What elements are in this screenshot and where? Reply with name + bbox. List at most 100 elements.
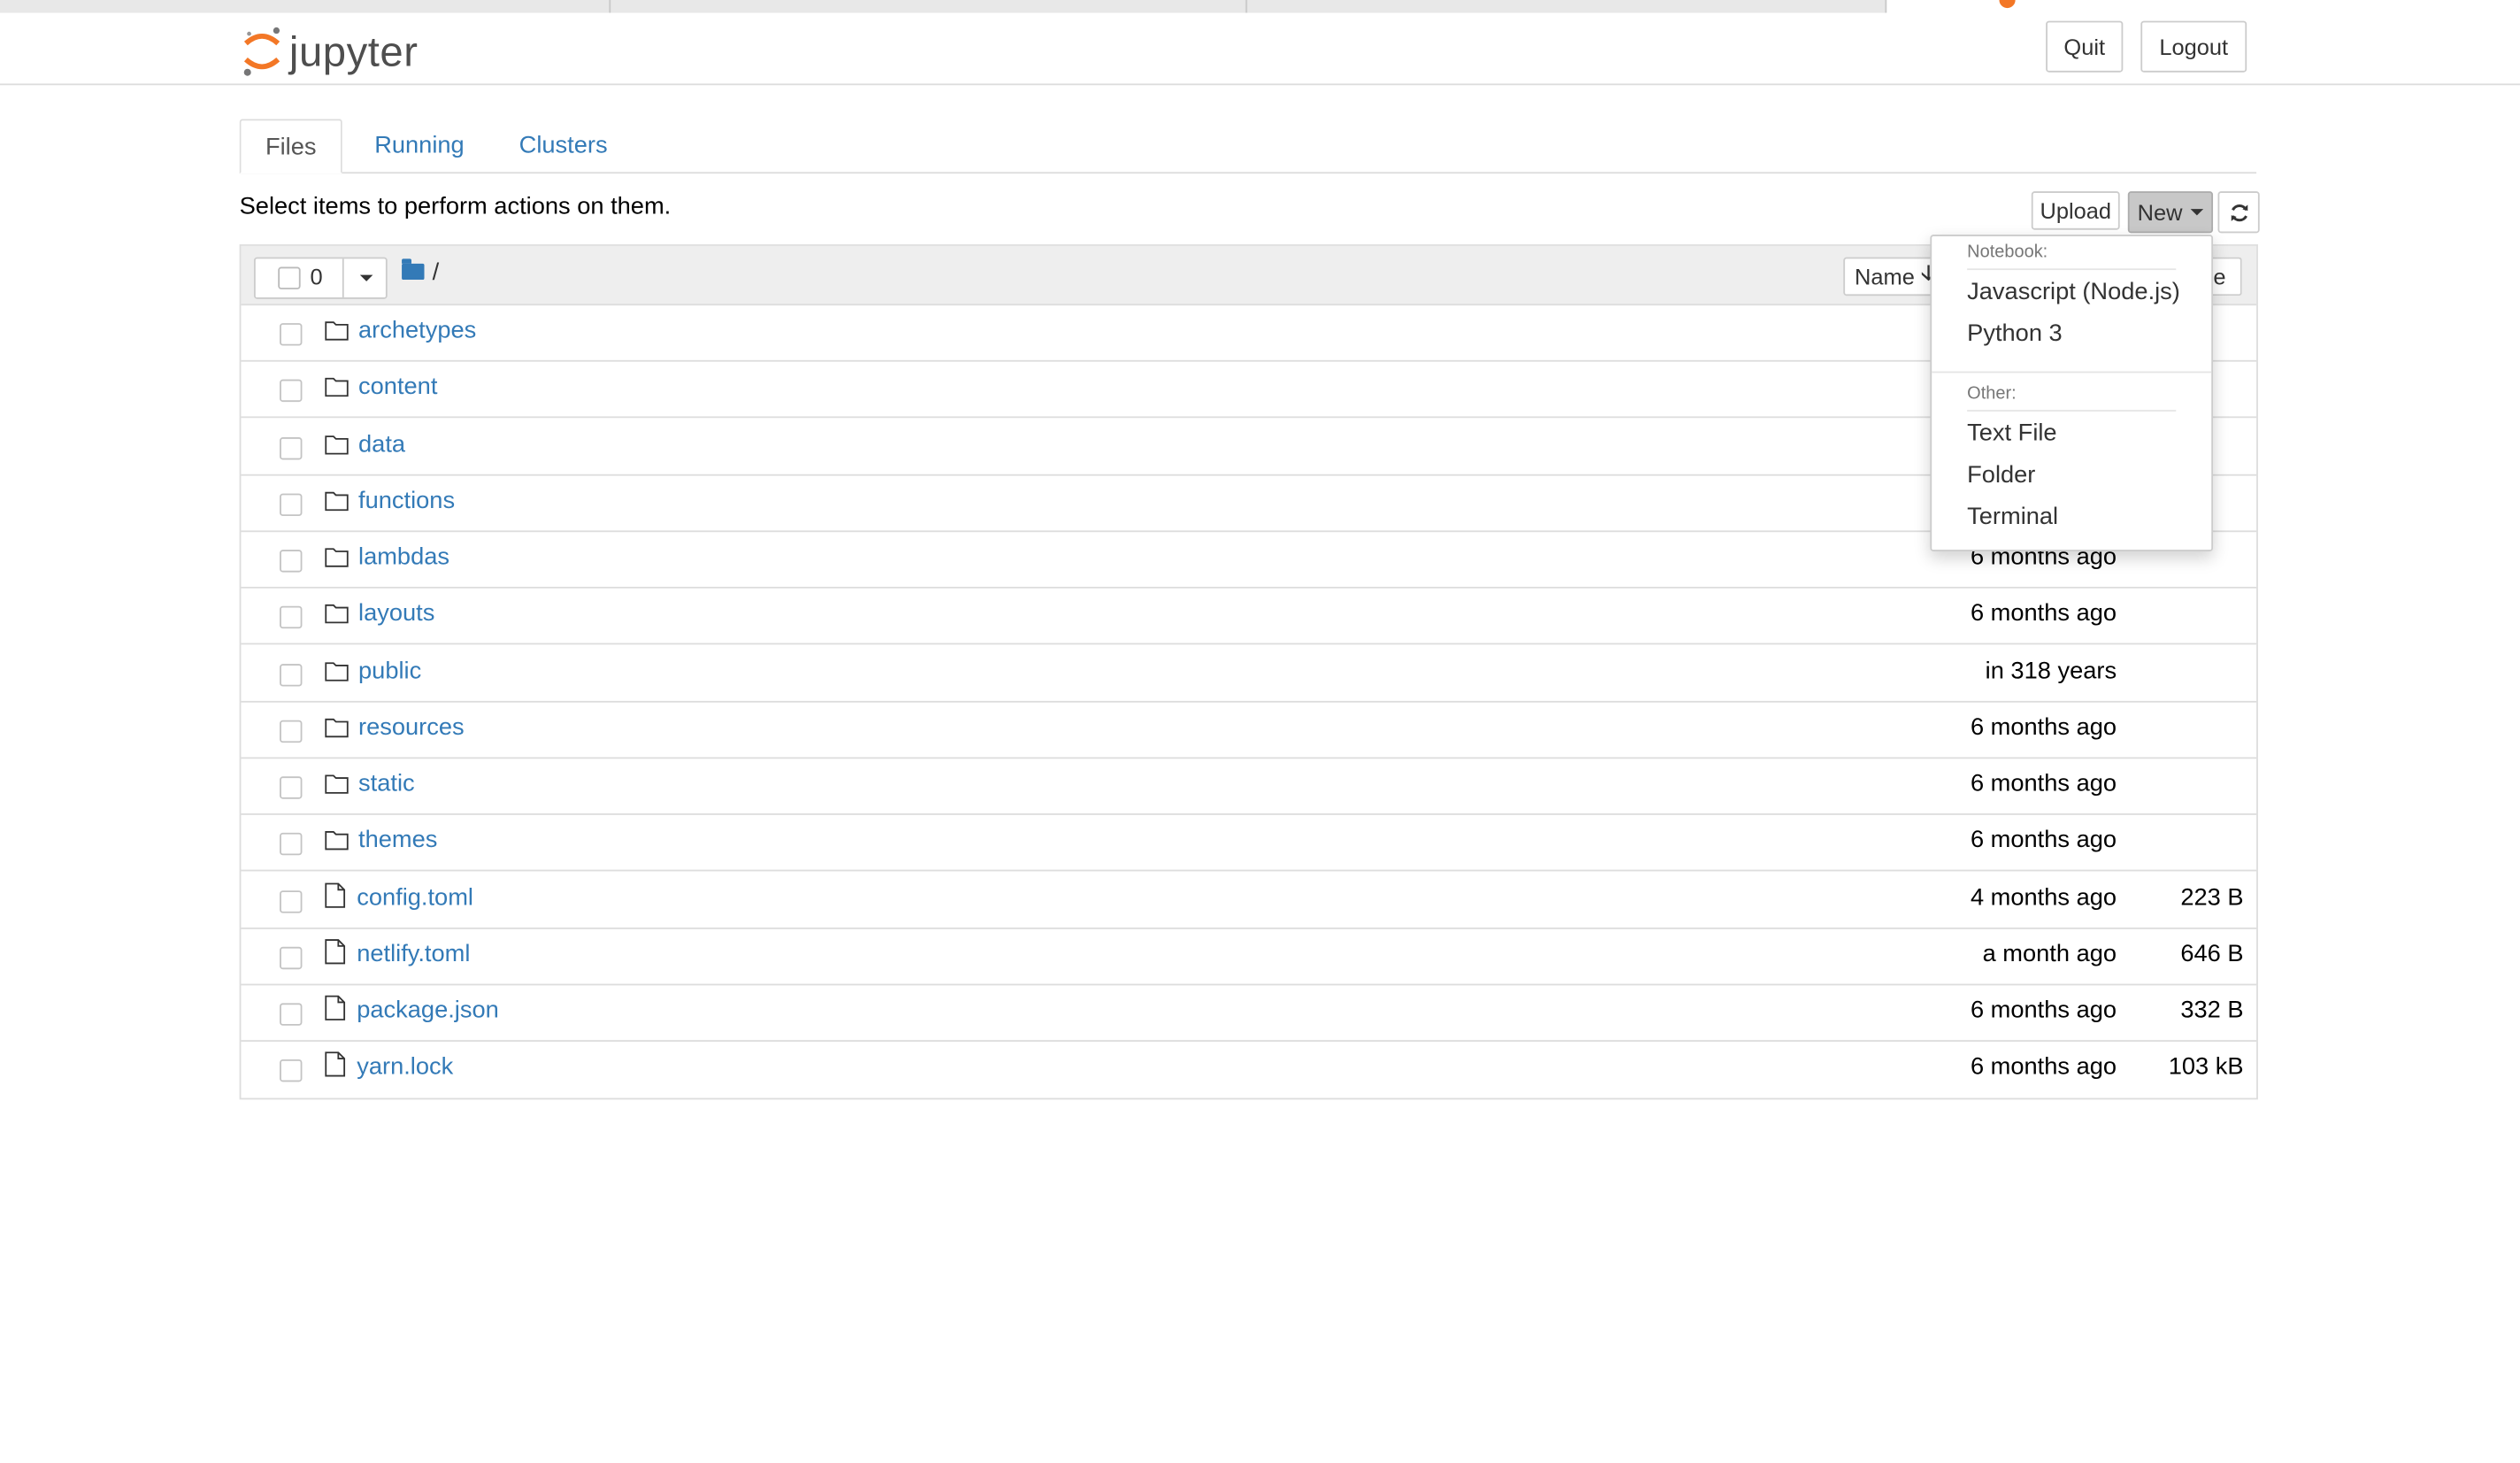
row-checkbox[interactable] — [280, 1003, 303, 1026]
refresh-icon — [2230, 204, 2247, 221]
file-size: 332 B — [2180, 997, 2244, 1024]
quit-button[interactable]: Quit — [2046, 20, 2124, 73]
file-outline-icon — [325, 1051, 346, 1085]
item-name-link[interactable]: public — [358, 657, 421, 684]
logout-button[interactable]: Logout — [2140, 20, 2247, 73]
row-checkbox[interactable] — [280, 323, 303, 346]
row-checkbox[interactable] — [280, 776, 303, 799]
file-size: 103 kB — [2168, 1053, 2244, 1082]
menu-item-text-file[interactable]: Text File — [1967, 420, 2056, 447]
folder-outline-icon — [325, 376, 349, 405]
row-checkbox[interactable] — [280, 493, 303, 516]
menu-item-terminal[interactable]: Terminal — [1967, 504, 2058, 531]
file-outline-icon — [325, 938, 346, 972]
sort-name-label: Name — [1855, 263, 1915, 289]
folder-outline-icon — [325, 433, 349, 462]
folder-outline-icon — [325, 604, 349, 633]
table-row[interactable]: public in 318 years — [241, 643, 2257, 702]
row-checkbox[interactable] — [280, 1059, 303, 1082]
last-modified: 6 months ago — [1970, 770, 2117, 797]
row-checkbox[interactable] — [280, 436, 303, 459]
table-row[interactable]: themes 6 months ago — [241, 814, 2257, 872]
last-modified: 6 months ago — [1970, 712, 2117, 741]
folder-outline-icon — [325, 717, 349, 746]
item-name-link[interactable]: netlify.toml — [357, 940, 470, 967]
last-modified: in 318 years — [1985, 656, 2117, 684]
select-all-group: 0 — [253, 257, 388, 299]
table-row[interactable]: package.json 6 months ago 332 B — [241, 984, 2257, 1042]
last-modified: 6 months ago — [1970, 1053, 2117, 1082]
new-button[interactable]: New — [2127, 191, 2214, 234]
menu-item-folder[interactable]: Folder — [1967, 461, 2035, 489]
row-checkbox[interactable] — [280, 889, 303, 912]
item-name-link[interactable]: resources — [358, 713, 465, 741]
menu-subdivider — [1967, 410, 2177, 412]
file-outline-icon — [325, 882, 346, 915]
last-modified: 6 months ago — [1970, 827, 2117, 854]
item-name-link[interactable]: config.toml — [357, 883, 473, 911]
browser-tab-active[interactable] — [1886, 0, 2520, 13]
refresh-button[interactable] — [2217, 191, 2260, 234]
menu-item-python3[interactable]: Python 3 — [1967, 320, 2063, 347]
item-name-link[interactable]: static — [358, 770, 415, 797]
row-checkbox[interactable] — [280, 606, 303, 629]
last-modified: 6 months ago — [1970, 599, 2117, 628]
folder-outline-icon — [325, 774, 349, 803]
last-modified: 4 months ago — [1970, 883, 2117, 911]
table-row[interactable]: yarn.lock 6 months ago 103 kB — [241, 1041, 2256, 1097]
tab-clusters[interactable]: Clusters — [519, 119, 608, 170]
browser-tab[interactable] — [0, 0, 611, 13]
main-tabs: Files Running Clusters — [239, 119, 2257, 174]
logo-text: jupyter — [288, 26, 419, 75]
selection-hint: Select items to perform actions on them. — [239, 192, 672, 220]
breadcrumb[interactable]: / — [433, 258, 440, 286]
table-row[interactable]: layouts 6 months ago — [241, 587, 2257, 645]
folder-outline-icon — [325, 320, 349, 349]
table-row[interactable]: static 6 months ago — [241, 757, 2257, 815]
item-name-link[interactable]: data — [358, 430, 405, 458]
row-checkbox[interactable] — [280, 833, 303, 856]
folder-outline-icon — [325, 660, 349, 689]
row-checkbox[interactable] — [280, 663, 303, 686]
row-checkbox[interactable] — [280, 720, 303, 743]
row-checkbox[interactable] — [280, 946, 303, 969]
select-all-checkbox[interactable] — [278, 266, 301, 289]
folder-outline-icon — [325, 830, 349, 859]
notebook-header: Notebook: — [1967, 243, 2048, 263]
item-name-link[interactable]: themes — [358, 827, 437, 854]
file-size: 223 B — [2180, 883, 2244, 911]
chevron-down-icon — [359, 274, 373, 281]
jupyter-logo[interactable]: jupyter — [241, 19, 418, 84]
upload-button[interactable]: Upload — [2031, 191, 2120, 230]
last-modified: 6 months ago — [1970, 997, 2117, 1024]
row-checkbox[interactable] — [280, 380, 303, 403]
select-dropdown-toggle[interactable] — [342, 258, 388, 298]
tab-running[interactable]: Running — [374, 119, 465, 170]
row-checkbox[interactable] — [280, 550, 303, 573]
table-row[interactable]: netlify.toml a month ago 646 B — [241, 928, 2257, 985]
browser-tab[interactable] — [1247, 0, 1887, 13]
browser-tab[interactable] — [611, 0, 1248, 13]
item-name-link[interactable]: layouts — [358, 600, 434, 628]
item-name-link[interactable]: functions — [358, 487, 455, 514]
item-name-link[interactable]: yarn.lock — [357, 1053, 453, 1081]
tab-files[interactable]: Files — [239, 119, 342, 174]
table-row[interactable]: config.toml 4 months ago 223 B — [241, 871, 2257, 928]
folder-icon[interactable] — [402, 258, 425, 281]
new-button-label: New — [2137, 199, 2183, 226]
jupyter-logo-icon — [243, 27, 280, 76]
folder-outline-icon — [325, 547, 349, 576]
file-outline-icon — [325, 995, 346, 1028]
menu-subdivider — [1967, 268, 2177, 271]
menu-item-javascript-nodejs[interactable]: Javascript (Node.js) — [1967, 278, 2180, 305]
chevron-down-icon — [2190, 209, 2204, 216]
item-name-link[interactable]: content — [358, 373, 437, 401]
item-name-link[interactable]: lambdas — [358, 543, 449, 571]
folder-outline-icon — [325, 490, 349, 520]
item-name-link[interactable]: archetypes — [358, 317, 476, 344]
new-dropdown-menu: Notebook: Javascript (Node.js) Python 3 … — [1930, 235, 2214, 551]
file-size: 646 B — [2180, 940, 2244, 967]
browser-tab-strip — [0, 0, 2520, 13]
table-row[interactable]: resources 6 months ago — [241, 700, 2257, 758]
item-name-link[interactable]: package.json — [357, 997, 499, 1024]
